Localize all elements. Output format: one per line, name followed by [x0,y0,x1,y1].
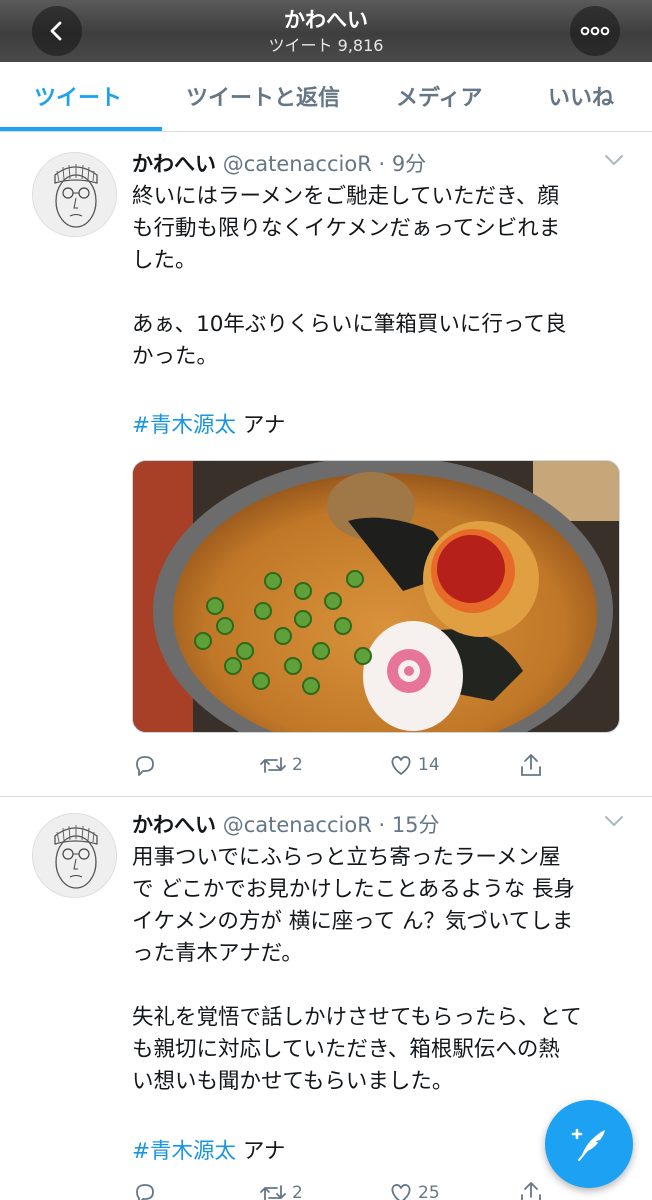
tweet-menu-button[interactable] [603,152,625,172]
hashtag-suffix: アナ [242,1139,286,1164]
reply-icon [136,1184,154,1200]
tweet-photo[interactable] [132,460,620,733]
like-count: 25 [418,1183,440,1200]
hashtag-link[interactable]: #青木源太 [132,413,236,438]
tab-likes[interactable]: いいね [548,80,614,112]
compose-feather-icon [571,1128,605,1161]
handle-and-time: @catenaccioR · 9分 [222,152,427,176]
tweet-count: ツイート 9,816 [268,36,384,55]
tweet-actions: 2 25 [132,1180,552,1200]
display-name[interactable]: かわへい [132,813,216,837]
heart-icon [391,1184,411,1200]
avatar-sketch-image [33,814,116,897]
avatar-sketch-image [33,153,116,236]
like-button[interactable]: 14 [388,752,440,778]
avatar[interactable] [32,813,117,898]
tweet-header: かわへい @catenaccioR · 9分 [132,148,426,178]
tweet-text: 用事ついでにふらっと立ち寄ったラーメン屋 で どこかでお見かけしたことあるような… [132,845,582,1094]
tab-tweets-and-replies[interactable]: ツイートと返信 [186,80,340,112]
hashtag-link[interactable]: #青木源太 [132,1139,236,1164]
avatar[interactable] [32,152,117,237]
chevron-down-icon [605,816,623,827]
like-button[interactable]: 25 [388,1180,440,1200]
profile-tabs: ツイート ツイートと返信 メディア いいね [0,62,652,132]
tab-media[interactable]: メディア [396,80,482,112]
active-tab-indicator [0,127,162,131]
divider [0,796,652,797]
retweet-count: 2 [292,755,303,775]
tweet-menu-button[interactable] [603,813,625,833]
tweet-text: 終いにはラーメンをご馳走していただき、顔 も行動も限りなくイケメンだぁってシビれ… [132,184,567,369]
share-icon [521,754,541,776]
retweet-icon [260,757,286,773]
hashtag-line: #青木源太 アナ [132,1134,285,1165]
more-button[interactable] [570,6,620,56]
handle-and-time: @catenaccioR · 15分 [222,813,440,837]
tab-tweets[interactable]: ツイート [34,80,122,112]
reply-icon [136,756,154,776]
share-button[interactable] [518,1180,544,1200]
compose-tweet-button[interactable] [545,1100,633,1188]
profile-name-title: かわへい [284,8,368,32]
share-icon [521,1182,541,1200]
heart-icon [391,756,411,775]
reply-button[interactable] [132,1180,158,1200]
ramen-photo-image [133,461,619,732]
tweet-actions: 2 14 [132,752,552,782]
reply-button[interactable] [132,752,158,778]
retweet-button[interactable]: 2 [258,1180,303,1200]
more-dots-icon [580,26,610,36]
share-button[interactable] [518,752,544,778]
like-count: 14 [418,755,440,775]
hashtag-line: #青木源太 アナ [132,408,285,439]
hashtag-suffix: アナ [242,413,286,438]
retweet-icon [260,1185,286,1200]
retweet-button[interactable]: 2 [258,752,303,778]
chevron-down-icon [605,155,623,166]
tweet-header: かわへい @catenaccioR · 15分 [132,809,440,839]
profile-header: かわへい ツイート 9,816 [0,0,652,62]
retweet-count: 2 [292,1183,303,1200]
display-name[interactable]: かわへい [132,152,216,176]
